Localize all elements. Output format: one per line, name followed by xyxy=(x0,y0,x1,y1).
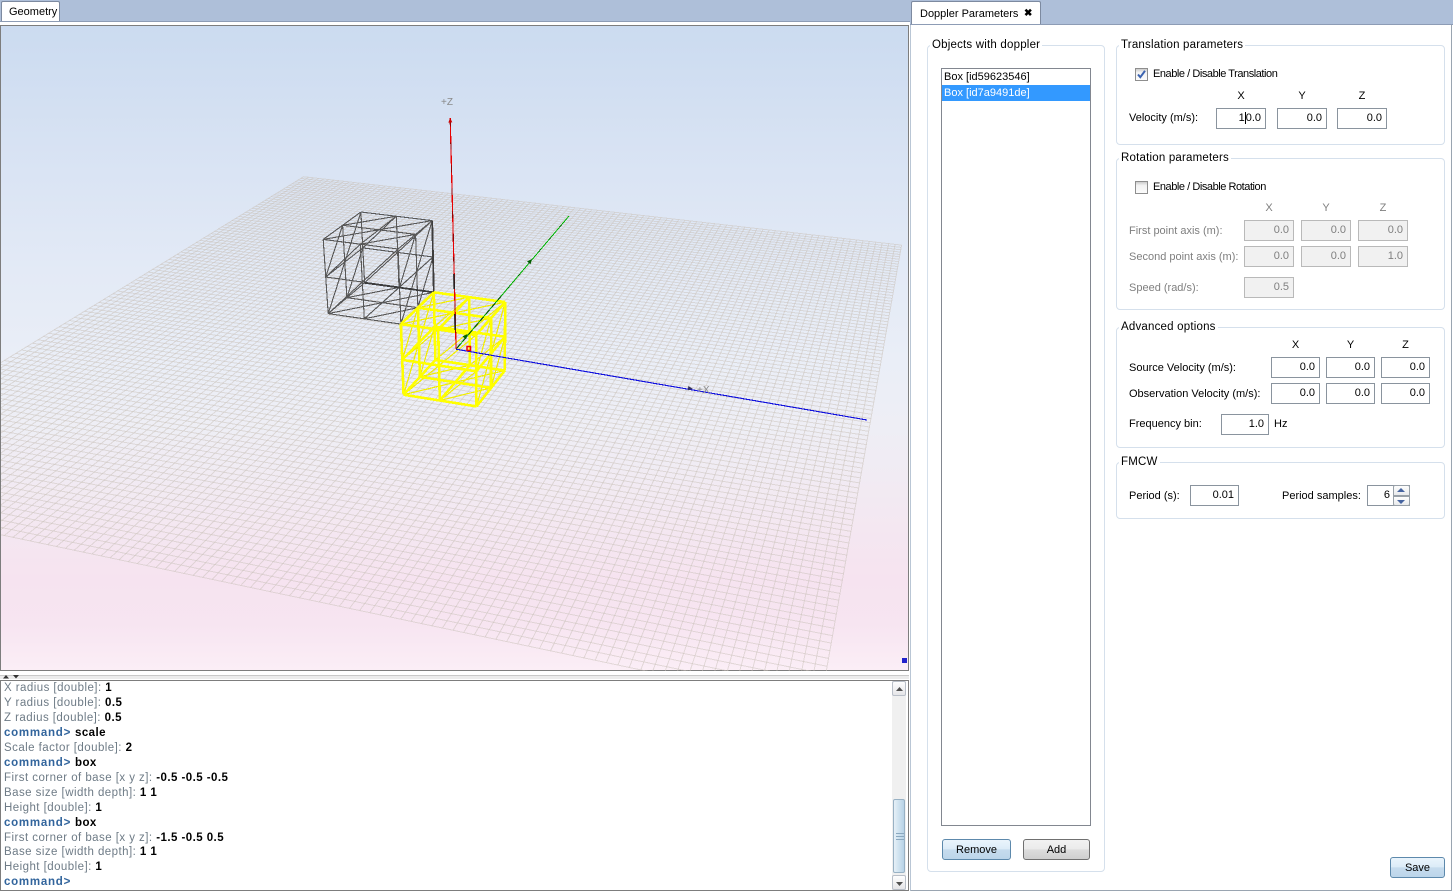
svg-text:+X: +X xyxy=(697,385,710,396)
svg-text:+Z: +Z xyxy=(441,97,453,108)
